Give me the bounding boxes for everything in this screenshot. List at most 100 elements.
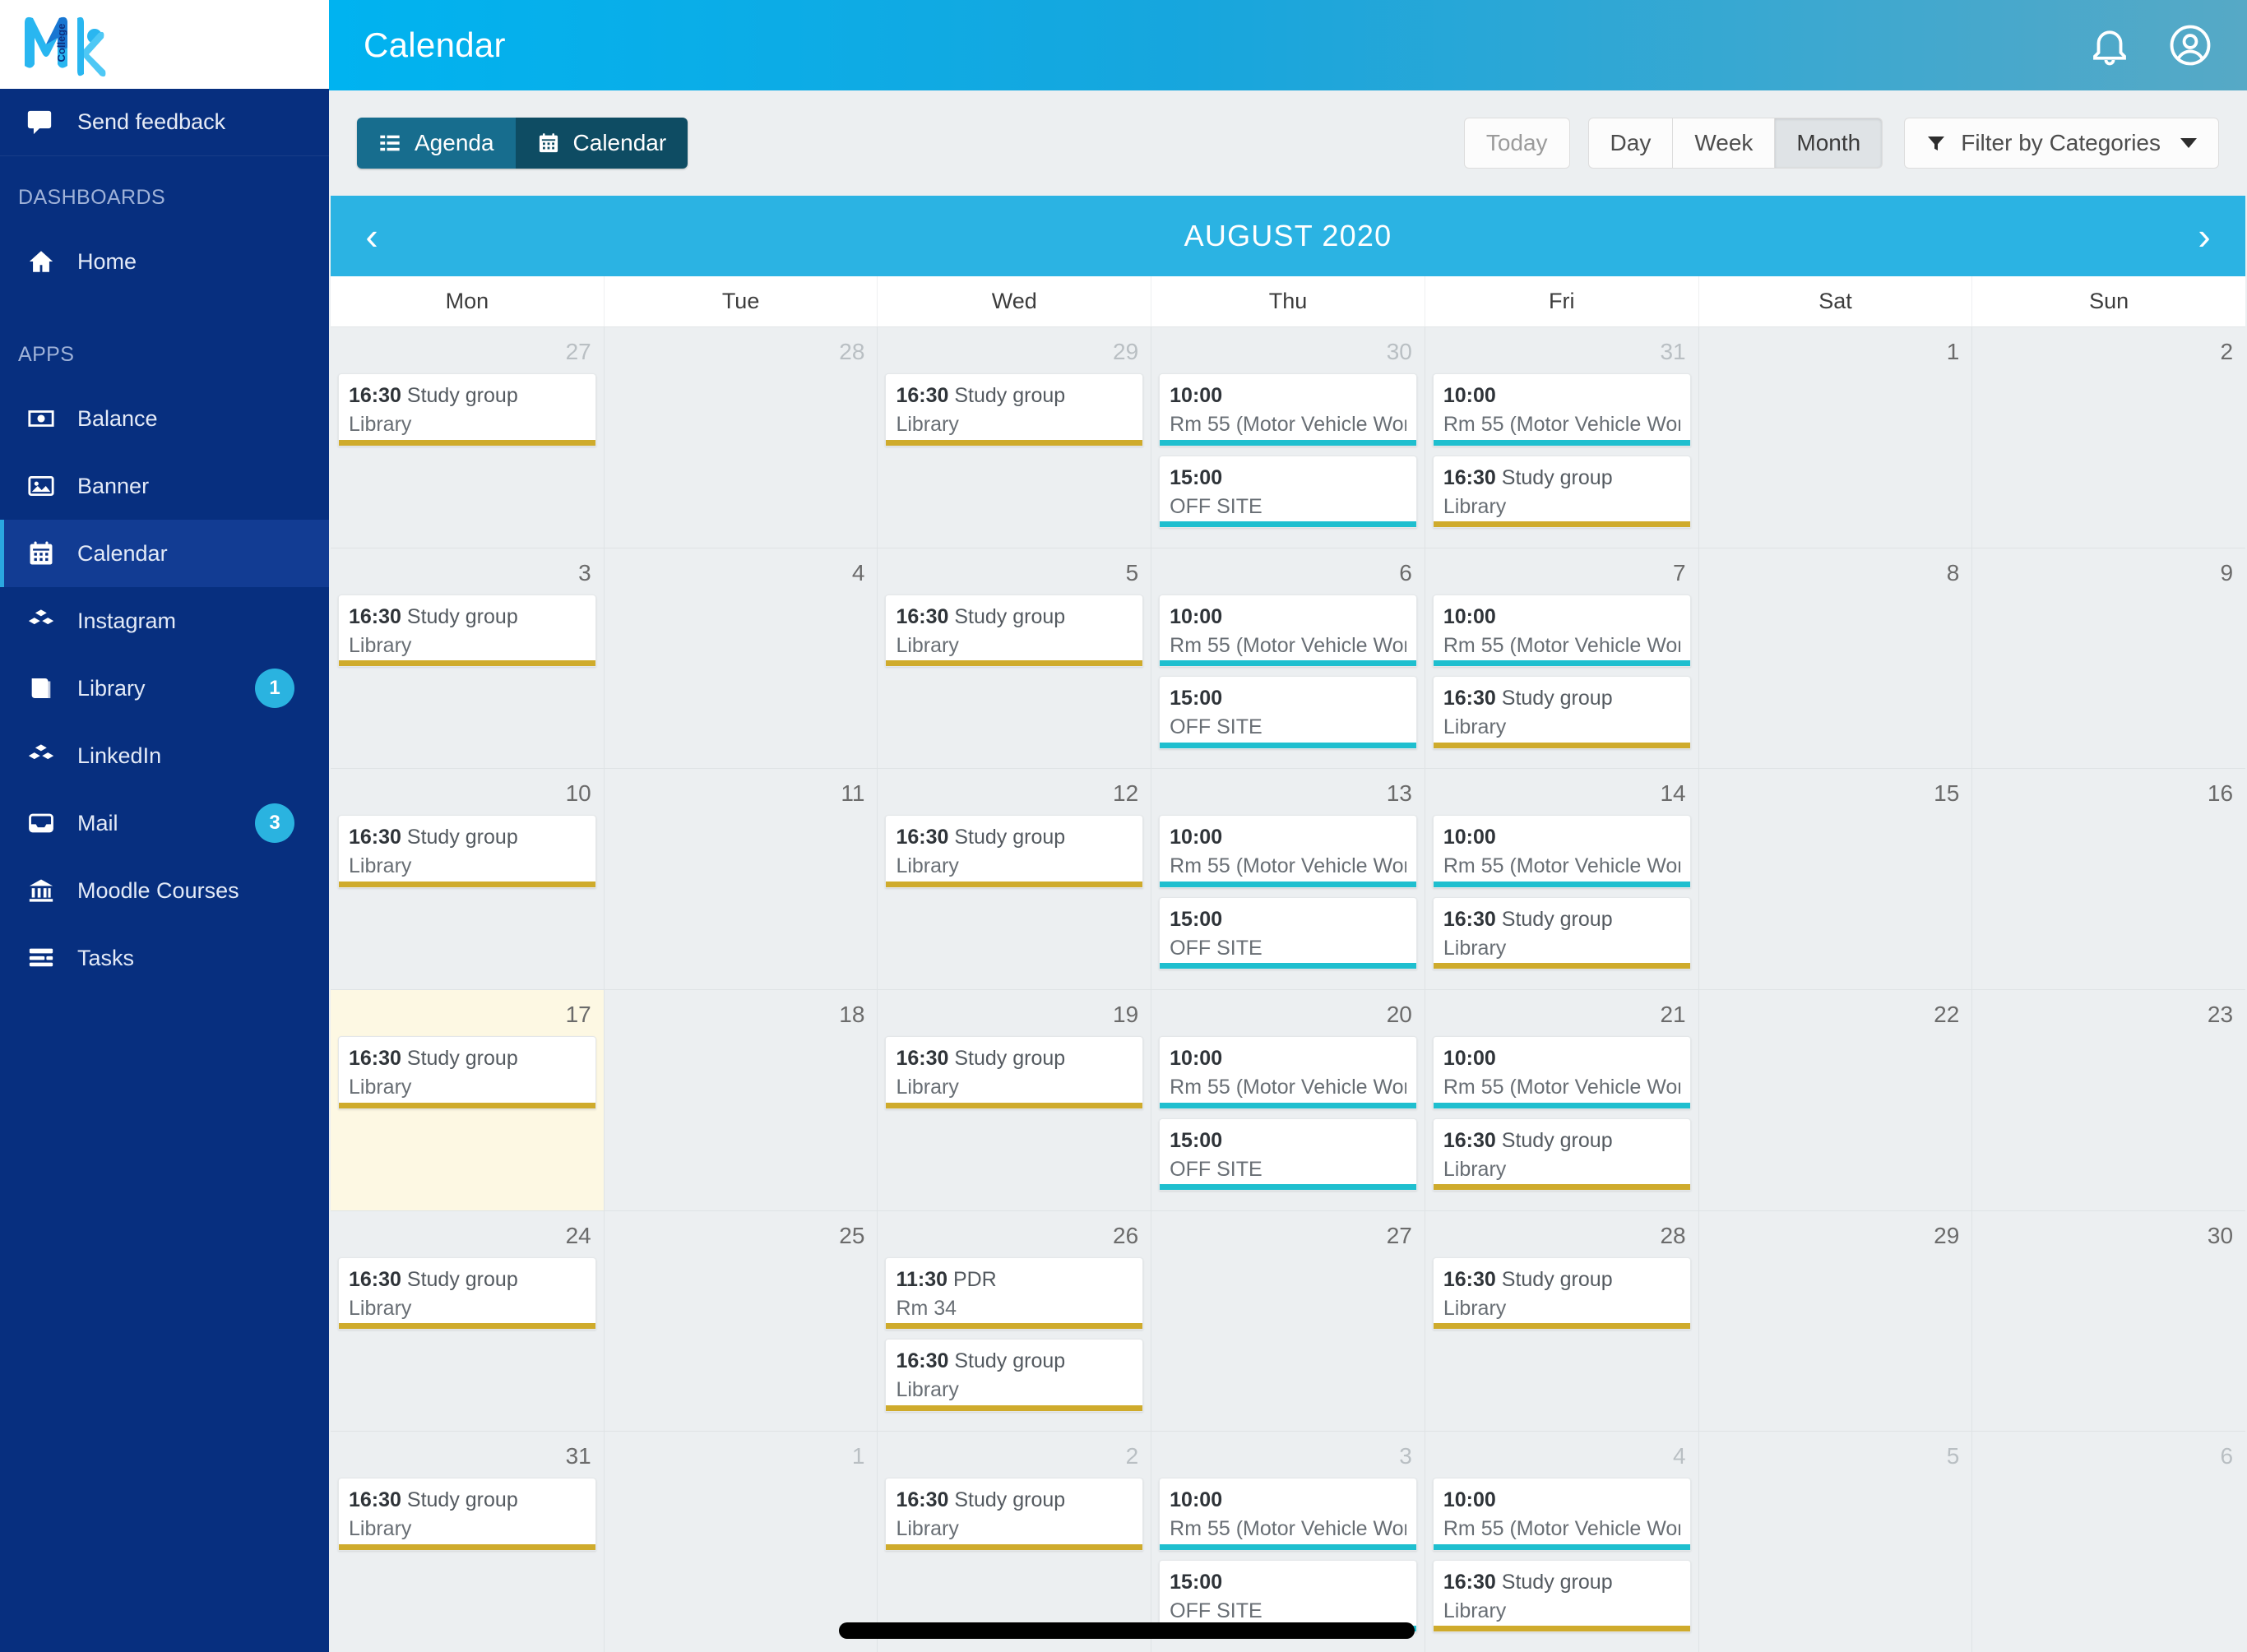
calendar-event[interactable]: 15:00 OFF SITE	[1159, 896, 1417, 970]
sidebar-item-moodle-courses[interactable]: Moodle Courses	[0, 857, 329, 924]
calendar-event[interactable]: 10:00 Rm 55 (Motor Vehicle Workshop	[1159, 815, 1417, 888]
calendar-day-cell[interactable]: 7 10:00 Rm 55 (Motor Vehicle Workshop 16:30…	[1425, 548, 1699, 769]
brand-logo[interactable]: College	[0, 0, 329, 89]
calendar-day-cell[interactable]: 19 16:30 Study group Library	[878, 990, 1152, 1210]
event-location: Library	[896, 854, 959, 878]
calendar-event[interactable]: 16:30 Study group Library	[338, 815, 596, 888]
chevron-left-icon[interactable]: ‹	[355, 217, 388, 255]
calendar-day-cell[interactable]: 4	[605, 548, 878, 769]
calendar-event[interactable]: 10:00 Rm 55 (Motor Vehicle Workshop	[1432, 1036, 1691, 1109]
calendar-day-cell[interactable]: 6 10:00 Rm 55 (Motor Vehicle Workshop 15:00…	[1151, 548, 1425, 769]
calendar-event[interactable]: 16:30 Study group Library	[338, 1256, 596, 1330]
calendar-event[interactable]: 16:30 Study group Library	[885, 1036, 1144, 1109]
calendar-day-cell[interactable]: 1	[1699, 327, 1973, 548]
calendar-day-cell[interactable]: 26 11:30 PDR Rm 34 16:30 Study group Library	[878, 1210, 1152, 1432]
calendar-day-cell[interactable]: 29 16:30 Study group Library	[878, 327, 1152, 548]
calendar-day-cell[interactable]: 24 16:30 Study group Library	[331, 1210, 605, 1432]
agenda-view-button[interactable]: Agenda	[357, 118, 516, 169]
today-button[interactable]: Today	[1463, 118, 1570, 169]
calendar-event[interactable]: 10:00 Rm 55 (Motor Vehicle Workshop	[1159, 373, 1417, 447]
calendar-day-cell[interactable]: 31 10:00 Rm 55 (Motor Vehicle Workshop 16:3…	[1425, 327, 1699, 548]
sidebar-item-tasks[interactable]: Tasks	[0, 924, 329, 992]
range-button-week[interactable]: Week	[1673, 118, 1776, 169]
calendar-day-cell[interactable]: 6	[1972, 1432, 2245, 1652]
sidebar-item-banner[interactable]: Banner	[0, 452, 329, 520]
calendar-event[interactable]: 16:30 Study group Library	[885, 1339, 1144, 1412]
calendar-day-cell[interactable]: 20 10:00 Rm 55 (Motor Vehicle Workshop 15:0…	[1151, 990, 1425, 1210]
calendar-day-cell[interactable]: 11	[605, 769, 878, 990]
calendar-day-cell[interactable]: 8	[1699, 548, 1973, 769]
calendar-event[interactable]: 16:30 Study group Library	[1432, 1118, 1691, 1192]
calendar-event[interactable]: 11:30 PDR Rm 34	[885, 1256, 1144, 1330]
calendar-day-cell[interactable]: 22	[1699, 990, 1973, 1210]
calendar-day-cell[interactable]: 3 10:00 Rm 55 (Motor Vehicle Workshop 15:00…	[1151, 1432, 1425, 1652]
calendar-event[interactable]: 10:00 Rm 55 (Motor Vehicle Workshop	[1432, 1478, 1691, 1551]
calendar-event[interactable]: 16:30 Study group Library	[885, 815, 1144, 888]
horizontal-scrollbar[interactable]	[839, 1622, 1415, 1639]
send-feedback-button[interactable]: Send feedback	[0, 89, 329, 156]
calendar-day-cell[interactable]: 17 16:30 Study group Library	[331, 990, 605, 1210]
calendar-event[interactable]: 15:00 OFF SITE	[1159, 455, 1417, 528]
sidebar-item-library[interactable]: Library 1	[0, 655, 329, 722]
calendar-event[interactable]: 10:00 Rm 55 (Motor Vehicle Workshop	[1432, 594, 1691, 668]
range-button-day[interactable]: Day	[1587, 118, 1674, 169]
calendar-day-cell[interactable]: 27 16:30 Study group Library	[331, 327, 605, 548]
calendar-day-cell[interactable]: 27	[1151, 1210, 1425, 1432]
calendar-event[interactable]: 16:30 Study group Library	[885, 373, 1144, 447]
calendar-day-cell[interactable]: 28 16:30 Study group Library	[1425, 1210, 1699, 1432]
bell-icon[interactable]	[2087, 23, 2132, 67]
calendar-day-cell[interactable]: 16	[1972, 769, 2245, 989]
calendar-day-cell[interactable]: 1	[605, 1432, 878, 1652]
calendar-event[interactable]: 16:30 Study group Library	[885, 1478, 1144, 1551]
calendar-day-cell[interactable]: 4 10:00 Rm 55 (Motor Vehicle Workshop 16:30…	[1425, 1432, 1699, 1652]
calendar-day-cell[interactable]: 2 16:30 Study group Library	[878, 1432, 1152, 1652]
sidebar-item-calendar[interactable]: Calendar	[0, 520, 329, 587]
chevron-right-icon[interactable]: ›	[2188, 217, 2221, 255]
calendar-day-cell[interactable]: 3 16:30 Study group Library	[331, 548, 605, 769]
user-circle-icon[interactable]	[2168, 23, 2212, 67]
calendar-day-cell[interactable]: 29	[1699, 1210, 1973, 1432]
calendar-day-cell[interactable]: 18	[605, 990, 878, 1210]
calendar-day-cell[interactable]: 5 16:30 Study group Library	[878, 548, 1152, 769]
calendar-day-cell[interactable]: 2	[1972, 327, 2245, 548]
sidebar-item-balance[interactable]: Balance	[0, 385, 329, 452]
calendar-day-cell[interactable]: 30	[1972, 1211, 2245, 1432]
calendar-day-cell[interactable]: 12 16:30 Study group Library	[878, 769, 1152, 990]
calendar-event[interactable]: 16:30 Study group Library	[338, 1478, 596, 1551]
calendar-day-cell[interactable]: 21 10:00 Rm 55 (Motor Vehicle Workshop 16:3…	[1425, 990, 1699, 1210]
calendar-event[interactable]: 16:30 Study group Library	[1432, 1559, 1691, 1633]
sidebar-item-home[interactable]: Home	[0, 228, 329, 295]
calendar-day-cell[interactable]: 15	[1699, 769, 1973, 990]
calendar-day-cell[interactable]: 25	[605, 1210, 878, 1432]
calendar-day-cell[interactable]: 9	[1972, 548, 2245, 769]
calendar-day-cell[interactable]: 10 16:30 Study group Library	[331, 769, 605, 990]
calendar-event[interactable]: 16:30 Study group Library	[1432, 455, 1691, 528]
calendar-event[interactable]: 16:30 Study group Library	[1432, 896, 1691, 970]
calendar-event[interactable]: 10:00 Rm 55 (Motor Vehicle Workshop	[1432, 815, 1691, 888]
calendar-event[interactable]: 16:30 Study group Library	[338, 373, 596, 447]
calendar-day-cell[interactable]: 13 10:00 Rm 55 (Motor Vehicle Workshop 15:0…	[1151, 769, 1425, 990]
calendar-event[interactable]: 16:30 Study group Library	[885, 594, 1144, 668]
calendar-event[interactable]: 15:00 OFF SITE	[1159, 1118, 1417, 1192]
calendar-day-cell[interactable]: 14 10:00 Rm 55 (Motor Vehicle Workshop 16:3…	[1425, 769, 1699, 990]
calendar-day-cell[interactable]: 28	[605, 327, 878, 548]
calendar-event[interactable]: 15:00 OFF SITE	[1159, 676, 1417, 749]
calendar-event[interactable]: 10:00 Rm 55 (Motor Vehicle Workshop	[1159, 594, 1417, 668]
calendar-event[interactable]: 16:30 Study group Library	[1432, 676, 1691, 749]
calendar-event[interactable]: 10:00 Rm 55 (Motor Vehicle Workshop	[1159, 1036, 1417, 1109]
calendar-event[interactable]: 16:30 Study group Library	[338, 594, 596, 668]
calendar-view-button[interactable]: Calendar	[515, 118, 688, 169]
range-button-month[interactable]: Month	[1775, 118, 1883, 169]
calendar-event[interactable]: 10:00 Rm 55 (Motor Vehicle Workshop	[1432, 373, 1691, 447]
calendar-day-cell[interactable]: 30 10:00 Rm 55 (Motor Vehicle Workshop 15:0…	[1151, 327, 1425, 548]
calendar-event[interactable]: 16:30 Study group Library	[338, 1036, 596, 1109]
sidebar-item-mail[interactable]: Mail 3	[0, 789, 329, 857]
sidebar-item-linkedin[interactable]: LinkedIn	[0, 722, 329, 789]
filter-by-categories-button[interactable]: Filter by Categories	[1904, 118, 2219, 169]
calendar-event[interactable]: 10:00 Rm 55 (Motor Vehicle Workshop	[1159, 1478, 1417, 1551]
calendar-day-cell[interactable]: 31 16:30 Study group Library	[331, 1432, 605, 1652]
calendar-event[interactable]: 16:30 Study group Library	[1432, 1256, 1691, 1330]
sidebar-item-instagram[interactable]: Instagram	[0, 587, 329, 655]
calendar-day-cell[interactable]: 23	[1972, 990, 2245, 1210]
calendar-day-cell[interactable]: 5	[1699, 1432, 1973, 1652]
